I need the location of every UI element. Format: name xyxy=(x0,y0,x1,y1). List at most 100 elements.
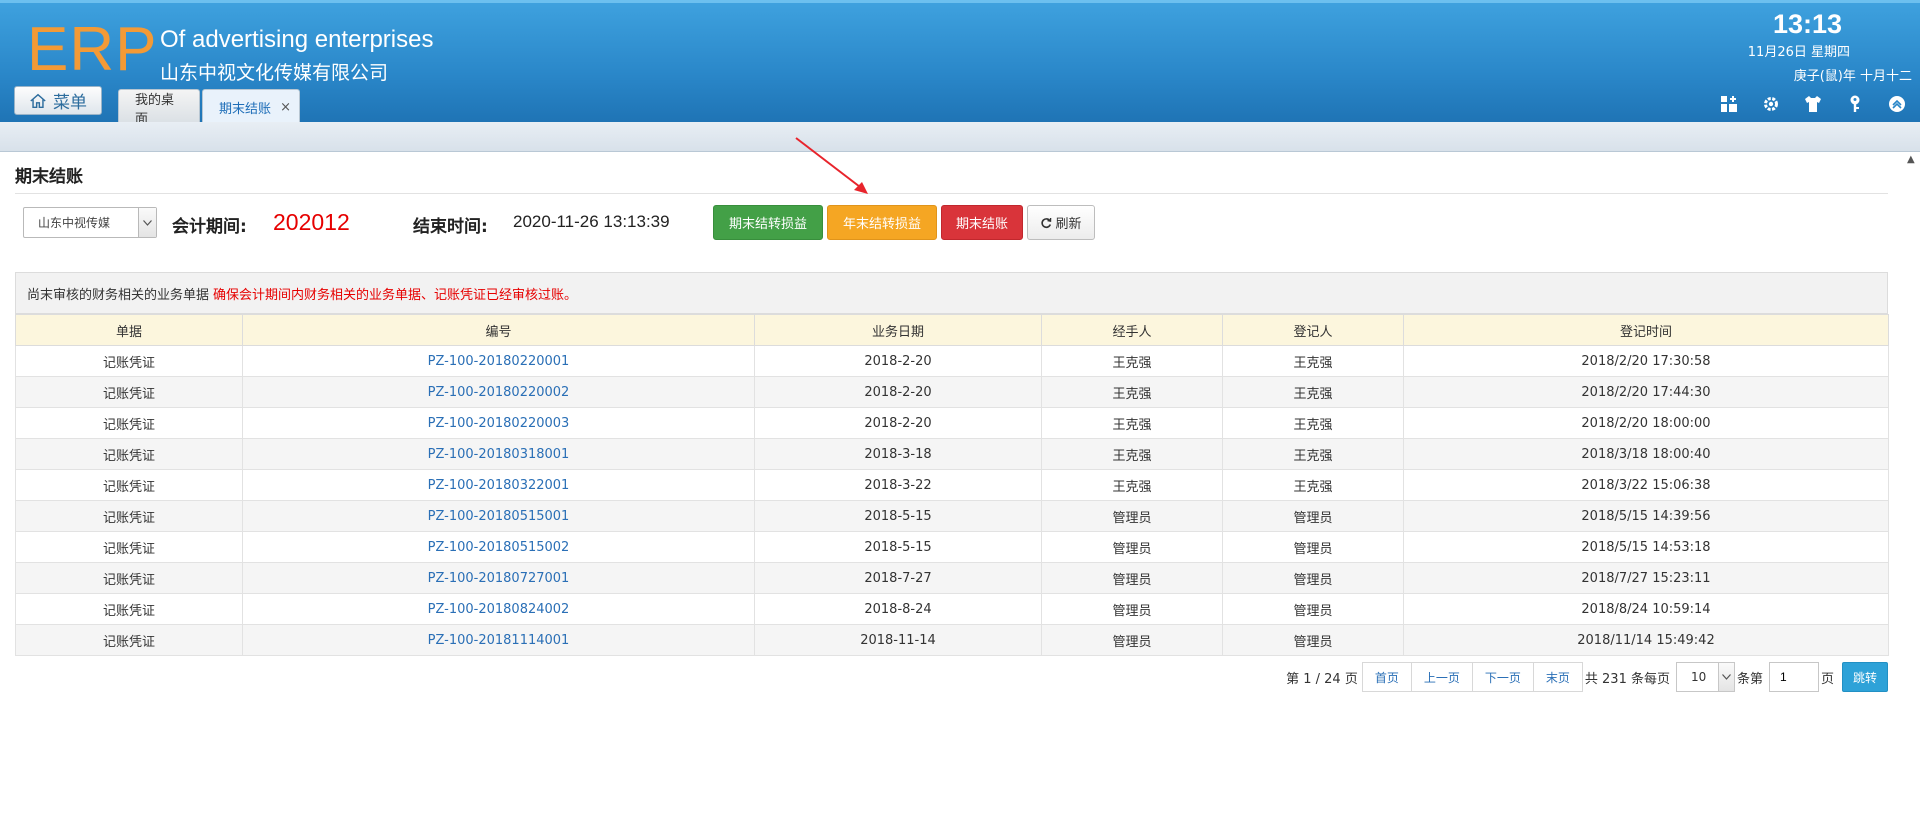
refresh-icon xyxy=(1041,217,1052,228)
registrar-cell: 管理员 xyxy=(1222,624,1404,656)
registrar-cell: 管理员 xyxy=(1222,562,1404,594)
handler-cell: 王克强 xyxy=(1041,407,1223,439)
registrar-cell: 管理员 xyxy=(1222,531,1404,563)
voucher-number-link[interactable]: PZ-100-20180220002 xyxy=(242,376,755,408)
table-row[interactable]: 记账凭证 PZ-100-20181114001 2018-11-14 管理员 管理员 20… xyxy=(15,624,1889,656)
next-page-button[interactable]: 下一页 xyxy=(1472,662,1534,692)
column-header[interactable]: 单据 xyxy=(15,314,243,346)
voucher-number-link[interactable]: PZ-100-20180727001 xyxy=(242,562,755,594)
app-header: ERP Of advertising enterprises 山东中视文化传媒有… xyxy=(0,0,1920,127)
menu-button[interactable]: 菜单 xyxy=(14,86,102,115)
document-type-cell: 记账凭证 xyxy=(15,500,243,532)
registrar-cell: 管理员 xyxy=(1222,500,1404,532)
voucher-number-link[interactable]: PZ-100-20180318001 xyxy=(242,438,755,470)
table-row[interactable]: 记账凭证 PZ-100-20180220003 2018-2-20 王克强 王克强 201… xyxy=(15,407,1889,439)
table-row[interactable]: 记账凭证 PZ-100-20180220001 2018-2-20 王克强 王克强 201… xyxy=(15,345,1889,377)
key-icon[interactable] xyxy=(1844,93,1866,115)
tab-label: 期末结账 xyxy=(219,102,272,117)
brand-english-name: Of advertising enterprises xyxy=(160,26,434,53)
page-info: 第 1 / 24 页 xyxy=(1286,671,1358,687)
chevron-down-icon xyxy=(138,208,156,237)
period-transfer-button[interactable]: 期末结转损益 xyxy=(713,205,823,240)
table-row[interactable]: 记账凭证 PZ-100-20180322001 2018-3-22 王克强 王克强 201… xyxy=(15,469,1889,501)
home-icon xyxy=(30,93,46,108)
table-row[interactable]: 记账凭证 PZ-100-20180318001 2018-3-18 王克强 王克强 201… xyxy=(15,438,1889,470)
total-count: 共 231 条每页 xyxy=(1584,671,1670,687)
tab-label: 我的桌面 xyxy=(135,92,175,127)
register-time-cell: 2018/5/15 14:53:18 xyxy=(1403,531,1889,563)
end-time-label: 结束时间: xyxy=(413,217,488,237)
tab-period-close[interactable]: 期末结账 × xyxy=(202,89,300,125)
register-time-cell: 2018/11/14 15:49:42 xyxy=(1403,624,1889,656)
registrar-cell: 王克强 xyxy=(1222,407,1404,439)
column-header[interactable]: 登记人 xyxy=(1222,314,1404,346)
handler-cell: 管理员 xyxy=(1041,500,1223,532)
column-header[interactable]: 登记时间 xyxy=(1403,314,1889,346)
document-type-cell: 记账凭证 xyxy=(15,531,243,563)
voucher-number-link[interactable]: PZ-100-20180220003 xyxy=(242,407,755,439)
document-type-cell: 记账凭证 xyxy=(15,376,243,408)
document-type-cell: 记账凭证 xyxy=(15,438,243,470)
document-type-cell: 记账凭证 xyxy=(15,345,243,377)
period-value: 202012 xyxy=(273,209,350,235)
close-icon[interactable]: × xyxy=(280,100,291,115)
voucher-number-link[interactable]: PZ-100-20180322001 xyxy=(242,469,755,501)
shirt-icon[interactable] xyxy=(1802,93,1824,115)
register-time-cell: 2018/7/27 15:23:11 xyxy=(1403,562,1889,594)
period-label: 会计期间: xyxy=(172,217,247,237)
menu-label: 菜单 xyxy=(53,93,87,113)
gear-icon[interactable] xyxy=(1760,93,1782,115)
handler-cell: 王克强 xyxy=(1041,438,1223,470)
table-row[interactable]: 记账凭证 PZ-100-20180515001 2018-5-15 管理员 管理员 201… xyxy=(15,500,1889,532)
scrollbar[interactable]: ▲ xyxy=(1903,152,1920,820)
column-header[interactable]: 经手人 xyxy=(1041,314,1223,346)
voucher-number-link[interactable]: PZ-100-20181114001 xyxy=(242,624,755,656)
notice-warning: 确保会计期间内财务相关的业务单据、记账凭证已经审核过账。 xyxy=(213,287,578,303)
business-date-cell: 2018-5-15 xyxy=(754,500,1042,532)
table-row[interactable]: 记账凭证 PZ-100-20180727001 2018-7-27 管理员 管理员 201… xyxy=(15,562,1889,594)
document-type-cell: 记账凭证 xyxy=(15,407,243,439)
voucher-number-link[interactable]: PZ-100-20180515002 xyxy=(242,531,755,563)
page-size-select[interactable]: 10 xyxy=(1675,662,1735,692)
first-page-button[interactable]: 首页 xyxy=(1361,662,1412,692)
register-time-cell: 2018/5/15 14:39:56 xyxy=(1403,500,1889,532)
company-select-value: 山东中视传媒 xyxy=(38,216,111,230)
handler-cell: 管理员 xyxy=(1041,531,1223,563)
refresh-button[interactable]: 刷新 xyxy=(1027,205,1095,240)
title-divider xyxy=(15,193,1888,194)
column-header[interactable]: 编号 xyxy=(242,314,755,346)
column-header[interactable]: 业务日期 xyxy=(754,314,1042,346)
refresh-label: 刷新 xyxy=(1055,217,1082,232)
business-date-cell: 2018-11-14 xyxy=(754,624,1042,656)
last-page-button[interactable]: 末页 xyxy=(1533,662,1583,692)
year-transfer-button[interactable]: 年末结转损益 xyxy=(827,205,937,240)
voucher-number-link[interactable]: PZ-100-20180220001 xyxy=(242,345,755,377)
voucher-number-link[interactable]: PZ-100-20180824002 xyxy=(242,593,755,625)
prev-page-button[interactable]: 上一页 xyxy=(1411,662,1473,692)
page-size-value: 10 xyxy=(1690,670,1707,684)
document-type-cell: 记账凭证 xyxy=(15,593,243,625)
notice-text: 尚末审核的财务相关的业务单据 xyxy=(27,287,210,303)
go-to-page-button[interactable]: 跳转 xyxy=(1842,662,1888,692)
collapse-icon[interactable] xyxy=(1886,93,1908,115)
add-widget-icon[interactable] xyxy=(1718,93,1740,115)
registrar-cell: 管理员 xyxy=(1222,593,1404,625)
table-row[interactable]: 记账凭证 PZ-100-20180824002 2018-8-24 管理员 管理员 201… xyxy=(15,593,1889,625)
business-date-cell: 2018-5-15 xyxy=(754,531,1042,563)
business-date-cell: 2018-2-20 xyxy=(754,345,1042,377)
registrar-cell: 王克强 xyxy=(1222,345,1404,377)
table-row[interactable]: 记账凭证 PZ-100-20180220002 2018-2-20 王克强 王克强 201… xyxy=(15,376,1889,408)
register-time-cell: 2018/3/22 15:06:38 xyxy=(1403,469,1889,501)
scroll-up-icon[interactable]: ▲ xyxy=(1907,154,1915,165)
registrar-cell: 王克强 xyxy=(1222,438,1404,470)
document-type-cell: 记账凭证 xyxy=(15,562,243,594)
company-select[interactable]: 山东中视传媒 xyxy=(23,207,157,238)
table-row[interactable]: 记账凭证 PZ-100-20180515002 2018-5-15 管理员 管理员 201… xyxy=(15,531,1889,563)
toolbar-icons xyxy=(1718,93,1908,115)
voucher-number-link[interactable]: PZ-100-20180515001 xyxy=(242,500,755,532)
document-type-cell: 记账凭证 xyxy=(15,469,243,501)
handler-cell: 王克强 xyxy=(1041,376,1223,408)
close-period-button[interactable]: 期末结账 xyxy=(941,205,1023,240)
page-number-input[interactable] xyxy=(1768,662,1819,692)
tab-my-desktop[interactable]: 我的桌面 xyxy=(118,89,200,127)
